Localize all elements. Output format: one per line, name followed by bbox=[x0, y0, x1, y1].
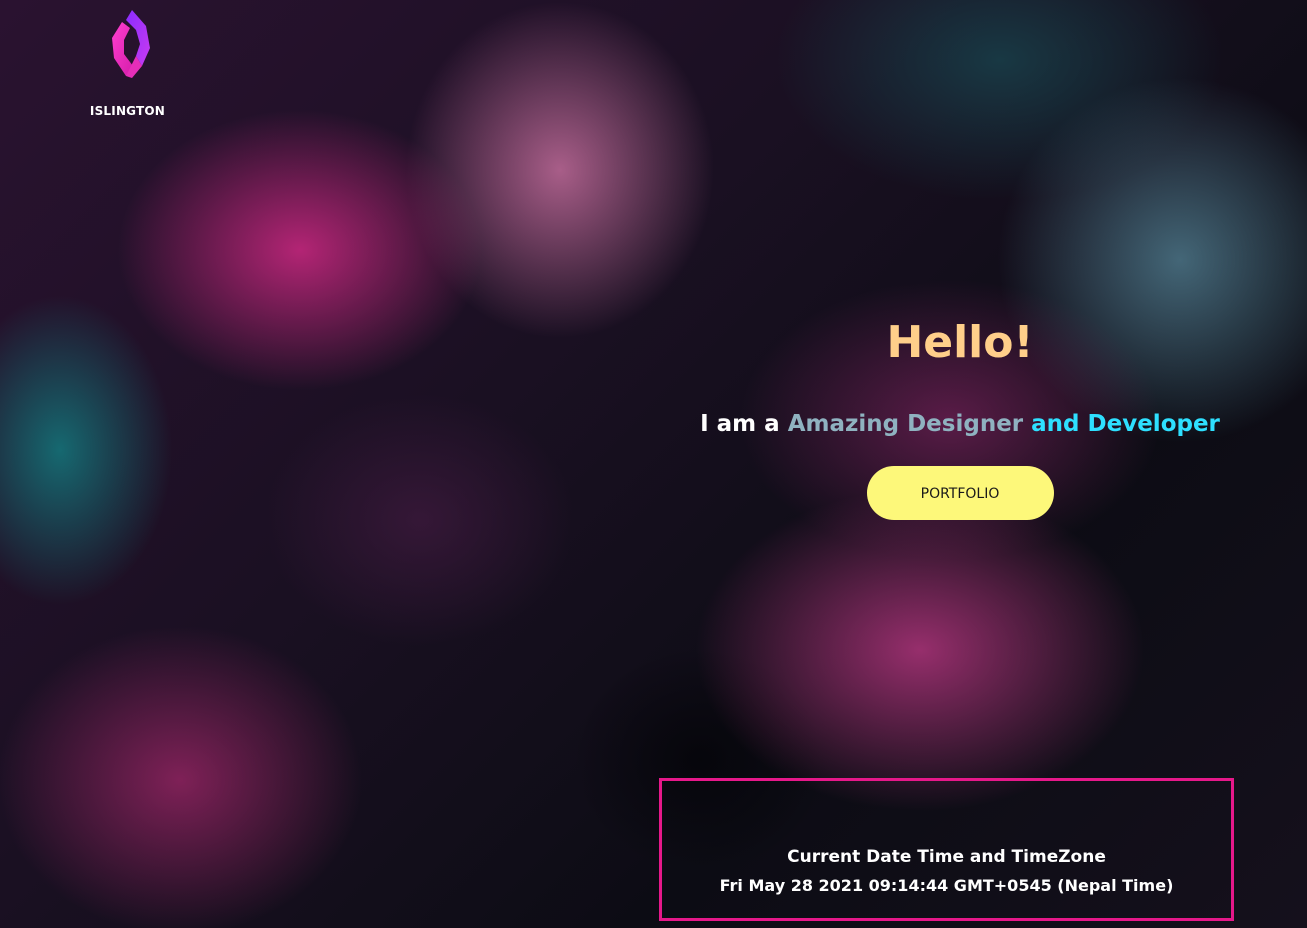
datetime-panel: Current Date Time and TimeZone Fri May 2… bbox=[659, 778, 1234, 921]
hero-greeting: Hello! bbox=[886, 317, 1034, 368]
brand-name: ISLINGTON bbox=[89, 104, 166, 118]
page-background: ISLINGTON Hello! I am a Amazing Designer… bbox=[0, 0, 1307, 928]
islington-logo-icon bbox=[111, 10, 150, 78]
hero-section: Hello! I am a Amazing Designer and Devel… bbox=[660, 310, 1260, 520]
datetime-heading: Current Date Time and TimeZone bbox=[787, 847, 1106, 867]
tagline-developer: and Developer bbox=[1031, 411, 1220, 437]
hero-tagline: I am a Amazing Designer and Developer bbox=[660, 408, 1260, 440]
tagline-designer: Amazing Designer bbox=[787, 411, 1024, 437]
portfolio-button[interactable]: PORTFOLIO bbox=[866, 466, 1054, 520]
brand-logo[interactable]: ISLINGTON bbox=[80, 8, 175, 118]
datetime-value: Fri May 28 2021 09:14:44 GMT+0545 (Nepal… bbox=[719, 876, 1174, 895]
tagline-intro: I am a bbox=[700, 411, 780, 437]
